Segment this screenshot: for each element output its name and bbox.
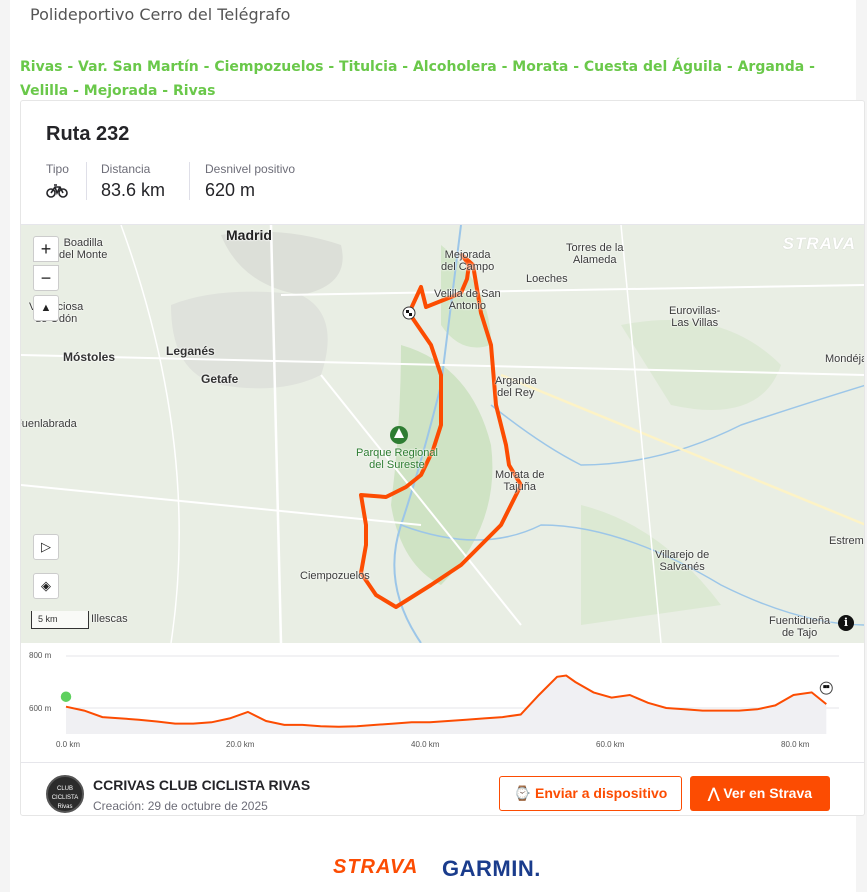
zoom-in-button[interactable]: + xyxy=(33,236,59,262)
map-label-madrid: Madrid xyxy=(226,227,272,243)
map-label-loeches: Loeches xyxy=(526,273,568,285)
strava-logo[interactable]: STRAVA xyxy=(333,856,418,879)
route-description: Rivas - Var. San Martín - Ciempozuelos -… xyxy=(20,59,815,99)
content-column: Polideportivo Cerro del Telégrafo Rivas … xyxy=(10,0,865,892)
map-label-eurovillas: Eurovillas- Las Villas xyxy=(669,305,721,329)
garmin-logo[interactable]: GARMIN. xyxy=(442,856,541,882)
venue-title: Polideportivo Cerro del Telégrafo xyxy=(30,5,291,24)
route-card: Ruta 232 Tipo Distancia 83.6 km Desnivel… xyxy=(20,100,865,816)
elev-y-tick: 600 m xyxy=(29,704,52,713)
brand-footer: STRAVA GARMIN. xyxy=(10,816,856,892)
watch-icon: ⌚ xyxy=(513,785,536,801)
map-label-morata: Morata de Tajuña xyxy=(495,469,545,493)
stat-distance-label: Distancia xyxy=(101,162,151,176)
stat-divider xyxy=(189,162,190,200)
strava-watermark: STRAVA xyxy=(782,234,856,253)
finish-flag-square xyxy=(823,685,827,689)
club-avatar[interactable]: CLUB CICLISTA Rivas xyxy=(46,775,84,813)
map-label-fuentiduena: Fuentidueña de Tajo xyxy=(769,615,831,639)
finish-flag-square xyxy=(826,685,830,689)
send-to-device-label: Enviar a dispositivo xyxy=(535,785,668,801)
map-label-boadilla: Boadilla del Monte xyxy=(59,237,108,261)
stat-distance: Distancia 83.6 km xyxy=(101,162,165,201)
map-label-illescas: Illescas xyxy=(91,613,128,625)
play-icon[interactable]: ▷ xyxy=(33,534,59,560)
map-label-ciempozuelos: Ciempozuelos xyxy=(300,570,370,582)
view-on-strava-label: Ver en Strava xyxy=(723,785,813,801)
map-label-fuenlabrada: Fuenlabrada xyxy=(21,418,77,430)
map-label-arganda: Arganda del Rey xyxy=(495,375,537,399)
map-label-estremera: Estremera xyxy=(829,535,864,547)
elevation-chart xyxy=(59,655,839,734)
map-label-velilla: Velilla de San Antonio xyxy=(434,288,501,312)
send-to-device-button[interactable]: ⌚ Enviar a dispositivo xyxy=(499,776,682,811)
stat-divider xyxy=(86,162,87,200)
elev-x-tick: 60.0 km xyxy=(596,740,625,749)
elev-area xyxy=(66,675,827,734)
stat-type: Tipo xyxy=(46,162,69,203)
map-scale: 5 km xyxy=(31,611,89,629)
layers-icon[interactable]: ◈ xyxy=(33,573,59,599)
elevation-profile[interactable]: 800 m 600 m 0.0 km 20.0 km 40.0 km 60.0 … xyxy=(21,644,864,762)
info-icon[interactable]: i xyxy=(838,615,854,631)
map-label-mondejar: Mondéjar xyxy=(825,353,864,365)
map-label-getafe: Getafe xyxy=(201,372,239,386)
view-on-strava-button[interactable]: ⋀ Ver en Strava xyxy=(690,776,830,811)
stat-type-label: Tipo xyxy=(46,162,69,176)
owner-row: CLUB CICLISTA Rivas CCRIVAS CLUB CICLIST… xyxy=(21,763,864,815)
elev-x-tick: 40.0 km xyxy=(411,740,440,749)
elev-x-tick: 20.0 km xyxy=(226,740,255,749)
start-marker xyxy=(59,689,73,704)
elev-x-tick: 80.0 km xyxy=(781,740,810,749)
creation-date: Creación: 29 de octubre de 2025 xyxy=(93,799,268,813)
stat-elevation-label: Desnivel positivo xyxy=(205,162,296,176)
map-label-torres: Torres de la Alameda xyxy=(566,242,624,266)
stat-distance-value: 83.6 km xyxy=(101,180,166,200)
page: Polideportivo Cerro del Telégrafo Rivas … xyxy=(0,0,867,892)
elev-y-tick: 800 m xyxy=(29,651,52,660)
strava-icon: ⋀ xyxy=(707,785,724,801)
elev-x-tick: 0.0 km xyxy=(56,740,81,749)
compass-icon[interactable]: ▲ xyxy=(33,295,59,321)
stat-elevation-value: 620 m xyxy=(205,180,256,200)
map-label-villarejo: Villarejo de Salvanés xyxy=(655,549,710,573)
stat-elevation: Desnivel positivo 620 m xyxy=(205,162,295,201)
map-label-leganes: Leganés xyxy=(166,344,215,358)
map-label-mejorada: Mejorada del Campo xyxy=(441,249,495,273)
zoom-out-button[interactable]: − xyxy=(33,265,59,291)
bike-icon xyxy=(46,182,69,203)
route-title[interactable]: Ruta 232 xyxy=(46,123,129,146)
map-label-parque: Parque Regional del Sureste xyxy=(356,447,438,471)
route-map[interactable]: Madrid Boadilla del Monte Villaviciosa d… xyxy=(21,225,864,643)
map-label-mostoles: Móstoles xyxy=(63,350,116,364)
club-name[interactable]: CCRIVAS CLUB CICLISTA RIVAS xyxy=(93,777,310,793)
